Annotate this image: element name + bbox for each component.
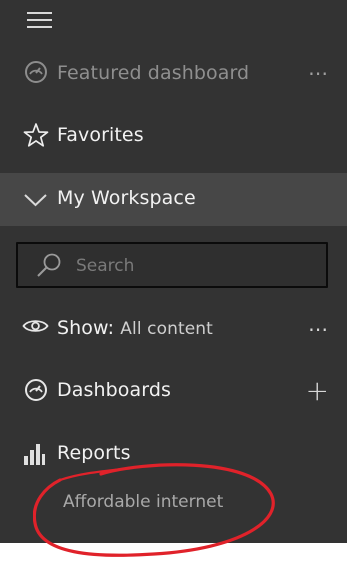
search-icon xyxy=(35,252,63,280)
chevron-down-icon xyxy=(23,190,48,208)
show-value: All content xyxy=(120,319,213,339)
report-item-partial: ·· xyxy=(66,535,136,542)
search-input[interactable]: Search xyxy=(16,242,328,288)
more-options-icon[interactable]: ⋯ xyxy=(308,63,329,83)
my-workspace-row[interactable]: My Workspace xyxy=(0,173,347,226)
report-item-affordable-internet[interactable]: Affordable internet xyxy=(63,492,223,512)
my-workspace-label: My Workspace xyxy=(57,187,196,209)
more-options-icon[interactable]: ⋯ xyxy=(308,319,329,339)
dashboards-row[interactable]: Dashboards + xyxy=(0,367,347,415)
gauge-icon xyxy=(23,59,49,85)
dashboards-label: Dashboards xyxy=(57,379,171,401)
show-filter-label: Show: All content xyxy=(57,317,213,339)
star-outline-icon xyxy=(23,122,49,148)
search-placeholder: Search xyxy=(76,256,135,276)
report-item-partial-text: ·· xyxy=(66,535,77,542)
show-filter-row[interactable]: Show: All content ⋯ xyxy=(0,304,347,352)
featured-dashboard-row[interactable]: Featured dashboard ⋯ xyxy=(0,49,347,97)
favorites-label: Favorites xyxy=(57,124,144,146)
add-dashboard-button[interactable]: + xyxy=(306,377,330,405)
bar-chart-icon xyxy=(23,441,46,466)
hamburger-menu-icon[interactable] xyxy=(27,12,52,28)
featured-dashboard-label: Featured dashboard xyxy=(57,62,250,84)
reports-row[interactable]: Reports xyxy=(0,430,347,478)
eye-icon xyxy=(22,317,49,335)
reports-label: Reports xyxy=(57,442,131,464)
gauge-icon xyxy=(23,377,49,403)
navigation-pane: Featured dashboard ⋯ Favorites My Worksp… xyxy=(0,0,347,543)
show-label: Show: xyxy=(57,317,115,339)
favorites-row[interactable]: Favorites xyxy=(0,111,347,163)
